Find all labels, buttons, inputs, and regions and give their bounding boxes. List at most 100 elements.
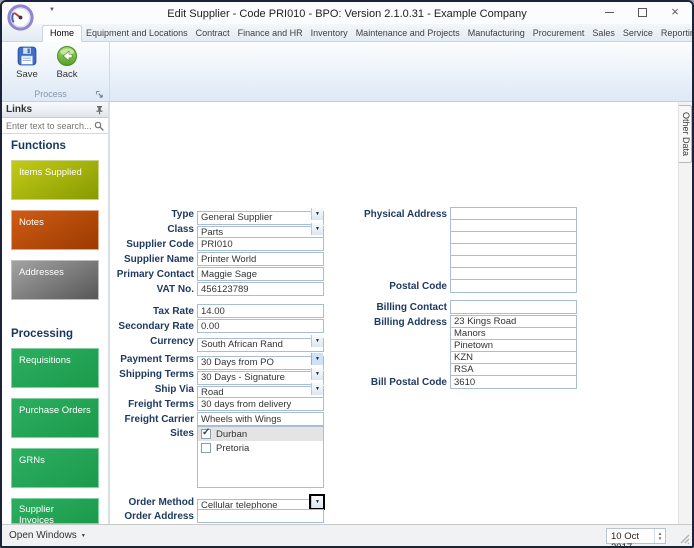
freight-carrier-label: Freight Carrier (124, 413, 194, 425)
sites-listbox: ✓ Durban ✓ Pretoria (197, 426, 324, 488)
search-icon[interactable] (94, 121, 104, 131)
field-order-method: Order Method ▼ (110, 495, 324, 513)
sidebar-item-items-supplied[interactable]: Items Supplied (11, 160, 99, 200)
billing-contact-label: Billing Contact (376, 301, 447, 313)
field-freight-terms: Freight Terms (110, 397, 324, 411)
tab-finance-and-hr[interactable]: Finance and HR (234, 25, 307, 41)
ribbon-group-footer: Process (6, 89, 104, 99)
tab-contract[interactable]: Contract (192, 25, 234, 41)
processing-heading: Processing (11, 328, 73, 340)
postal-code-label: Postal Code (389, 280, 447, 292)
status-date-editor[interactable]: 10 Oct 2017 ▲ ▼ (606, 528, 666, 546)
shipping-terms-label: Shipping Terms (119, 368, 194, 380)
secondary-rate-input[interactable] (197, 319, 324, 333)
shipping-terms-dropdown-icon[interactable]: ▼ (311, 368, 323, 380)
payment-terms-dropdown-icon[interactable]: ▼ (311, 353, 323, 365)
currency-dropdown-icon[interactable]: ▼ (311, 335, 323, 347)
functions-heading: Functions (11, 140, 66, 152)
resize-grip[interactable] (678, 532, 690, 544)
maximize-window-icon[interactable] (635, 6, 649, 18)
other-data-tab[interactable]: Other Data (679, 105, 692, 164)
tab-procurement[interactable]: Procurement (529, 25, 589, 41)
freight-terms-input[interactable] (197, 397, 324, 411)
save-button-label: Save (16, 69, 38, 80)
field-primary-contact: Primary Contact (110, 267, 324, 281)
class-label: Class (167, 223, 194, 235)
window-controls: × (602, 5, 682, 18)
field-class: Class ▼ (110, 222, 324, 240)
order-method-label: Order Method (128, 496, 194, 508)
field-supplier-name: Supplier Name (110, 252, 324, 266)
sidebar-item-addresses[interactable]: Addresses (11, 260, 99, 300)
sidebar-item-supplier-invoices[interactable]: Supplier Invoices (11, 498, 99, 524)
durban-checkbox[interactable]: ✓ (201, 427, 211, 439)
save-button[interactable]: Save (8, 45, 46, 80)
quick-access-dropdown-icon[interactable]: ▼ (49, 7, 55, 13)
bill-postal-code-input[interactable] (450, 375, 577, 389)
links-panel-content: Functions Items Supplied Notes Addresses… (2, 134, 108, 524)
pin-icon[interactable] (95, 105, 104, 115)
field-payment-terms: Payment Terms ▼ (110, 352, 324, 370)
links-panel-title: Links (6, 104, 33, 115)
sidebar-item-purchase-orders[interactable]: Purchase Orders (11, 398, 99, 438)
site-option-durban[interactable]: ✓ Durban (198, 427, 323, 441)
durban-label: Durban (216, 428, 248, 440)
order-method-dropdown-icon[interactable]: ▼ (311, 496, 323, 508)
supplier-code-input[interactable] (197, 237, 324, 251)
currency-label: Currency (150, 335, 194, 347)
type-label: Type (171, 208, 194, 220)
sidebar-item-grns[interactable]: GRNs (11, 448, 99, 488)
order-address-input[interactable] (197, 509, 324, 523)
ribbon-group-process: Save Back Process (4, 42, 110, 101)
app-logo-icon[interactable] (7, 4, 34, 31)
open-windows-button[interactable]: Open Windows ▼ (9, 530, 86, 541)
class-dropdown-icon[interactable]: ▼ (311, 223, 323, 235)
date-spinner[interactable]: ▲ ▼ (654, 529, 665, 543)
postal-code-input[interactable] (450, 279, 577, 293)
currency-input[interactable] (197, 337, 324, 352)
supplier-name-input[interactable] (197, 252, 324, 266)
tax-rate-input[interactable] (197, 304, 324, 318)
ship-via-dropdown-icon[interactable]: ▼ (311, 383, 323, 395)
minimize-window-icon[interactable] (602, 6, 616, 18)
type-dropdown-icon[interactable]: ▼ (311, 208, 323, 220)
field-supplier-code: Supplier Code (110, 237, 324, 251)
group-dialog-launcher-icon[interactable] (95, 90, 104, 99)
tab-equipment-and-locations[interactable]: Equipment and Locations (82, 25, 192, 41)
billing-contact-input[interactable] (450, 300, 577, 314)
freight-carrier-input[interactable] (197, 412, 324, 426)
field-tax-rate: Tax Rate (110, 304, 324, 318)
ribbon-tab-strip: Home Equipment and Locations Contract Fi… (2, 24, 692, 42)
vat-no-input[interactable] (197, 282, 324, 296)
vat-no-label: VAT No. (156, 283, 194, 295)
spinner-down-icon[interactable]: ▼ (658, 536, 662, 541)
primary-contact-input[interactable] (197, 267, 324, 281)
freight-terms-label: Freight Terms (128, 398, 194, 410)
field-billing-address: Billing Address (363, 315, 450, 329)
pretoria-checkbox[interactable]: ✓ (201, 443, 211, 453)
tab-inventory[interactable]: Inventory (307, 25, 352, 41)
window-title: Edit Supplier - Code PRI010 - BPO: Versi… (167, 8, 527, 20)
tax-rate-label: Tax Rate (153, 305, 194, 317)
site-option-pretoria[interactable]: ✓ Pretoria (198, 441, 323, 455)
back-button[interactable]: Back (48, 45, 86, 80)
links-search-input[interactable] (6, 120, 94, 131)
supplier-name-label: Supplier Name (123, 253, 194, 265)
field-bill-postal-code: Bill Postal Code (363, 375, 577, 389)
supplier-form: Type ▼ Class ▼ Supplier Code Supplier Na… (110, 102, 678, 524)
app-window: ▼ Edit Supplier - Code PRI010 - BPO: Ver… (0, 0, 694, 548)
sidebar-item-requisitions[interactable]: Requisitions (11, 348, 99, 388)
secondary-rate-label: Secondary Rate (118, 320, 194, 332)
tab-sales[interactable]: Sales (588, 25, 619, 41)
tab-manufacturing[interactable]: Manufacturing (464, 25, 529, 41)
billing-address-label: Billing Address (374, 316, 447, 328)
tab-reporting[interactable]: Reporting (657, 25, 692, 41)
supplier-code-label: Supplier Code (126, 238, 194, 250)
physical-address-label: Physical Address (363, 208, 447, 220)
close-window-icon[interactable]: × (668, 5, 682, 18)
tab-home[interactable]: Home (42, 25, 83, 42)
tab-service[interactable]: Service (619, 25, 657, 41)
ribbon: Save Back Process (2, 42, 692, 102)
sidebar-item-notes[interactable]: Notes (11, 210, 99, 250)
tab-maintenance-and-projects[interactable]: Maintenance and Projects (352, 25, 464, 41)
